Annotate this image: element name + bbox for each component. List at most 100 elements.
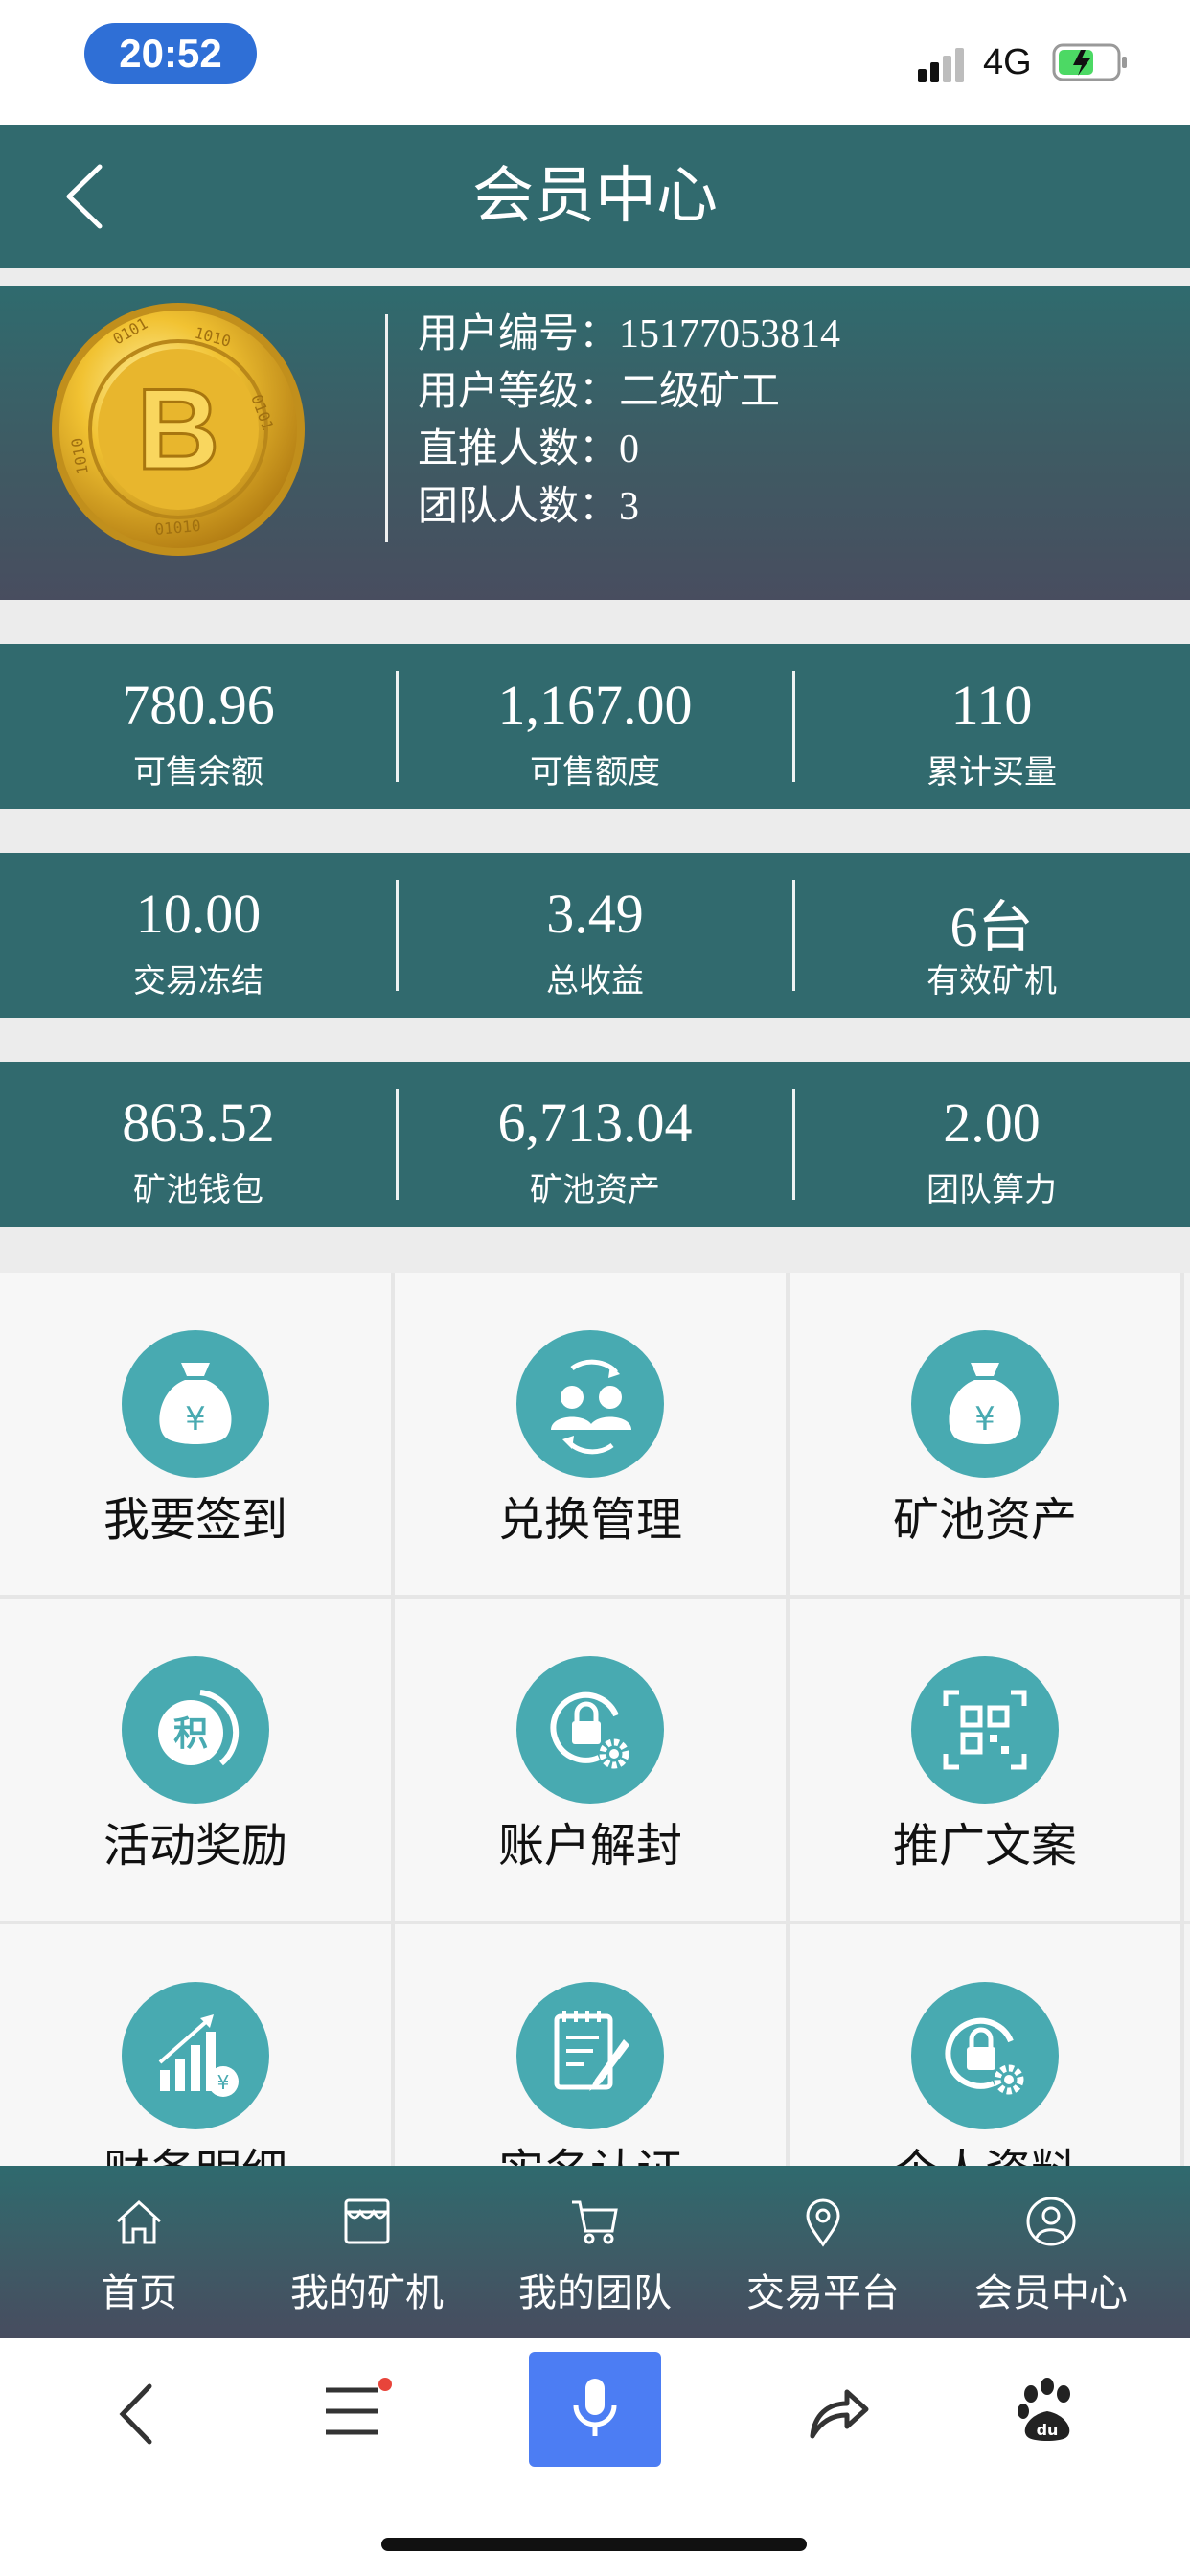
svg-text:¥: ¥ <box>974 1400 995 1438</box>
stat-sellable-balance[interactable]: 780.96 可售余额 <box>0 644 397 809</box>
money-bag-icon: ¥ <box>122 1330 269 1478</box>
microphone-icon <box>573 2379 617 2436</box>
stat-value: 1,167.00 <box>497 674 693 736</box>
divider <box>0 809 1190 853</box>
grid-item-label: 个人资料 <box>790 2133 1180 2166</box>
tab-home[interactable]: 首页 <box>24 2166 254 2338</box>
exchange-users-icon <box>516 1330 664 1478</box>
grid-divider <box>0 1920 1190 1924</box>
grid-item-label: 矿池资产 <box>892 1493 1077 1547</box>
stat-active-miners[interactable]: 6台 有效矿机 <box>793 853 1190 1018</box>
user-icon <box>1026 2196 1076 2246</box>
share-icon[interactable] <box>805 2377 872 2444</box>
grid-item-sign-in[interactable]: ¥ 我要签到 <box>0 1273 391 1595</box>
stat-sellable-quota[interactable]: 1,167.00 可售额度 <box>397 644 793 809</box>
cart-icon <box>572 2200 618 2244</box>
grid-divider <box>391 1273 395 2166</box>
stat-value: 6台 <box>950 896 1034 958</box>
location-icon <box>806 2198 840 2247</box>
direct-referrals-label: 直推人数： <box>418 425 620 472</box>
finance-chart-icon: ¥ <box>122 1982 269 2129</box>
stat-total-earnings[interactable]: 3.49 总收益 <box>397 853 793 1018</box>
grid-item-pool-assets[interactable]: ¥ 矿池资产 <box>790 1273 1180 1595</box>
user-id-value: 15177053814 <box>619 312 841 356</box>
store-icon <box>344 2198 390 2244</box>
grid-item-label: 活动奖励 <box>103 1819 287 1873</box>
user-id-row: 用户编号：15177053814 <box>418 305 840 362</box>
stats-row-2: 10.00 交易冻结 3.49 总收益 6台 有效矿机 <box>0 853 1190 1018</box>
grid-item-label: 兑换管理 <box>497 1493 682 1547</box>
browser-back-icon[interactable] <box>113 2380 161 2448</box>
team-size-label: 团队人数： <box>418 482 620 529</box>
page-title: 会员中心 <box>472 161 718 232</box>
menu-icon[interactable] <box>322 2377 399 2444</box>
page-header: 会员中心 <box>0 125 1190 268</box>
status-bar: 20:52 4G <box>0 0 1190 125</box>
stat-trade-frozen[interactable]: 10.00 交易冻结 <box>0 853 397 1018</box>
tab-label: 首页 <box>101 2271 177 2315</box>
grid-item-account-unfreeze[interactable]: 账户解封 <box>395 1598 786 1920</box>
stat-label: 交易冻结 <box>133 962 263 1000</box>
qr-code-icon <box>911 1656 1059 1804</box>
signal-icon <box>918 48 964 82</box>
document-edit-icon <box>516 1982 664 2129</box>
stat-label: 有效矿机 <box>927 962 1057 1000</box>
tab-member-center[interactable]: 会员中心 <box>936 2166 1166 2338</box>
stat-pool-assets[interactable]: 6,713.04 矿池资产 <box>397 1062 793 1227</box>
grid-item-profile[interactable]: 个人资料 <box>790 1924 1180 2166</box>
status-time: 20:52 <box>84 23 257 84</box>
user-level-value: 二级矿工 <box>619 367 781 414</box>
stat-value: 6,713.04 <box>497 1092 693 1154</box>
grid-item-real-name-verification[interactable]: 实名认证 <box>395 1924 786 2166</box>
stat-pool-wallet[interactable]: 863.52 矿池钱包 <box>0 1062 397 1227</box>
tab-label: 交易平台 <box>746 2271 900 2315</box>
svg-text:积: 积 <box>173 1714 208 1754</box>
grid-item-label: 财务明细 <box>0 2133 391 2166</box>
svg-text:du: du <box>1037 2421 1059 2439</box>
stats-row-3: 863.52 矿池钱包 6,713.04 矿池资产 2.00 团队算力 <box>0 1062 1190 1227</box>
tab-my-team[interactable]: 我的团队 <box>480 2166 710 2338</box>
stat-total-bought[interactable]: 110 累计买量 <box>793 644 1190 809</box>
user-id-label: 用户编号： <box>418 310 620 356</box>
voice-search-button[interactable] <box>529 2352 661 2467</box>
tab-trading-platform[interactable]: 交易平台 <box>708 2166 938 2338</box>
svg-text:B: B <box>137 365 220 494</box>
grid-item-label: 账户解封 <box>497 1819 682 1873</box>
direct-referrals-value: 0 <box>619 427 640 472</box>
home-icon <box>116 2199 162 2244</box>
team-size-value: 3 <box>619 485 640 529</box>
points-icon: 积 <box>122 1656 269 1804</box>
stat-label: 总收益 <box>546 962 644 1000</box>
grid-item-label: 实名认证 <box>395 2133 786 2166</box>
stat-team-hashrate[interactable]: 2.00 团队算力 <box>793 1062 1190 1227</box>
stat-label: 可售余额 <box>133 753 263 792</box>
user-level-row: 用户等级：二级矿工 <box>418 362 840 420</box>
profile-info: 用户编号：15177053814 用户等级：二级矿工 直推人数：0 团队人数：3 <box>418 305 840 535</box>
grid-item-exchange-management[interactable]: 兑换管理 <box>395 1273 786 1595</box>
stat-value: 10.00 <box>135 883 262 945</box>
grid-divider <box>1180 1273 1184 2166</box>
grid-item-activity-rewards[interactable]: 积 活动奖励 <box>0 1598 391 1920</box>
grid-item-promo-copy[interactable]: 推广文案 <box>790 1598 1180 1920</box>
grid-item-label: 推广文案 <box>892 1819 1077 1873</box>
stat-label: 团队算力 <box>927 1171 1057 1209</box>
baidu-paw-icon[interactable]: du <box>1014 2375 1081 2448</box>
svg-text:¥: ¥ <box>217 2071 230 2094</box>
lock-gear-icon <box>516 1656 664 1804</box>
home-indicator <box>381 2538 807 2551</box>
grid-item-label: 我要签到 <box>103 1493 287 1547</box>
profile-panel: B 0101 1010 0101 1010 01010 用户编号：1517705… <box>0 286 1190 600</box>
divider <box>0 1227 1190 1273</box>
network-type: 4G <box>983 42 1032 82</box>
stat-value: 110 <box>950 674 1033 736</box>
function-grid: ¥ 我要签到 兑换管理 ¥ 矿池资产 积 活动奖励 账户解封 推广文案 ¥ <box>0 1273 1190 2166</box>
stat-label: 累计买量 <box>927 753 1057 792</box>
lock-gear-icon <box>911 1982 1059 2129</box>
tab-label: 会员中心 <box>974 2271 1128 2315</box>
bitcoin-coin-icon: B 0101 1010 0101 1010 01010 <box>52 303 305 556</box>
profile-divider <box>385 314 388 542</box>
grid-item-finance-details[interactable]: ¥ 财务明细 <box>0 1924 391 2166</box>
tab-my-miners[interactable]: 我的矿机 <box>252 2166 482 2338</box>
battery-icon <box>1052 43 1127 81</box>
user-level-label: 用户等级： <box>418 367 620 414</box>
